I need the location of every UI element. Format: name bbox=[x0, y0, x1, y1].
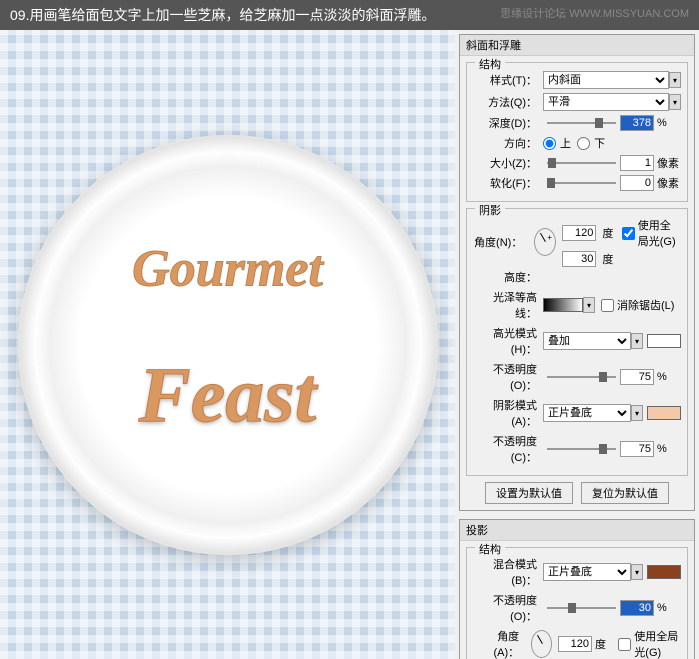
highlight-opacity-slider[interactable] bbox=[547, 370, 616, 384]
angle-row: 角度(N)： + 度 使用全局光(G) bbox=[473, 217, 681, 267]
direction-label: 方向： bbox=[473, 135, 543, 151]
gloss-antialias-check[interactable]: 消除锯齿(L) bbox=[601, 297, 674, 313]
size-label: 大小(Z)： bbox=[473, 155, 543, 171]
style-label: 样式(T)： bbox=[473, 72, 543, 88]
depth-row: 深度(D)： % bbox=[473, 115, 681, 131]
size-unit: 像素 bbox=[657, 155, 681, 171]
technique-row: 方法(Q)： 平滑 ▾ bbox=[473, 93, 681, 111]
size-input[interactable] bbox=[620, 155, 654, 171]
dropshadow-panel: 投影 结构 混合模式(B)： 正片叠底 ▾ 不透明度(O)： % bbox=[459, 519, 695, 659]
header: 09.用画笔给面包文字上加一些芝麻，给芝麻加一点淡淡的斜面浮雕。 思缘设计论坛 … bbox=[0, 0, 699, 30]
style-arrow-icon[interactable]: ▾ bbox=[669, 72, 681, 88]
soften-label: 软化(F)： bbox=[473, 175, 543, 191]
angle-label: 角度(N)： bbox=[473, 234, 528, 250]
highlight-opacity-label: 不透明度(O)： bbox=[473, 361, 543, 393]
gloss-row: 光泽等高线： ▾ 消除锯齿(L) bbox=[473, 289, 681, 321]
highlight-mode-label: 高光模式(H)： bbox=[473, 325, 543, 357]
make-default-button[interactable]: 设置为默认值 bbox=[485, 482, 573, 504]
step-text: 09.用画笔给面包文字上加一些芝麻，给芝麻加一点淡淡的斜面浮雕。 bbox=[10, 5, 435, 25]
altitude-input[interactable] bbox=[562, 251, 596, 267]
panels: 斜面和浮雕 结构 样式(T)： 内斜面 ▾ 方法(Q)： 平滑 ▾ 深度 bbox=[455, 30, 699, 659]
highlight-color-swatch[interactable] bbox=[647, 334, 681, 348]
highlight-opacity-input[interactable] bbox=[620, 369, 654, 385]
global-light-check[interactable]: 使用全局光(G) bbox=[622, 217, 681, 249]
ds-angle-input[interactable] bbox=[558, 636, 592, 652]
ds-opacity-slider[interactable] bbox=[547, 601, 616, 615]
ds-opacity-row: 不透明度(O)： % bbox=[473, 592, 681, 624]
direction-up-radio[interactable]: 上 bbox=[543, 135, 571, 151]
bevel-panel-title: 斜面和浮雕 bbox=[460, 35, 694, 56]
dropshadow-title: 投影 bbox=[460, 520, 694, 541]
soften-input[interactable] bbox=[620, 175, 654, 191]
ds-angle-row: 角度(A)： 度 使用全局光(G) bbox=[473, 628, 681, 659]
blend-row: 混合模式(B)： 正片叠底 ▾ bbox=[473, 556, 681, 588]
watermark: 思缘设计论坛 WWW.MISSYUAN.COM bbox=[500, 5, 689, 25]
shadow-mode-select[interactable]: 正片叠底 bbox=[543, 404, 631, 422]
gloss-label: 光泽等高线： bbox=[473, 289, 543, 321]
shadow-opacity-slider[interactable] bbox=[547, 442, 616, 456]
shading-label: 阴影 bbox=[475, 202, 505, 218]
content: Gourmet Feast 斜面和浮雕 结构 样式(T)： 内斜面 ▾ 方法(Q… bbox=[0, 30, 699, 659]
ds-opacity-input[interactable] bbox=[620, 600, 654, 616]
blend-select[interactable]: 正片叠底 bbox=[543, 563, 631, 581]
technique-label: 方法(Q)： bbox=[473, 94, 543, 110]
depth-label: 深度(D)： bbox=[473, 115, 543, 131]
blend-color-swatch[interactable] bbox=[647, 565, 681, 579]
shadow-opacity-label: 不透明度(C)： bbox=[473, 433, 543, 465]
depth-slider[interactable] bbox=[547, 116, 616, 130]
shadow-color-swatch[interactable] bbox=[647, 406, 681, 420]
ds-structure-label: 结构 bbox=[475, 541, 505, 557]
altitude-label: 高度： bbox=[473, 269, 543, 285]
soften-row: 软化(F)： 像素 bbox=[473, 175, 681, 191]
highlight-mode-row: 高光模式(H)： 叠加 ▾ bbox=[473, 325, 681, 357]
size-slider[interactable] bbox=[547, 156, 616, 170]
technique-select[interactable]: 平滑 bbox=[543, 93, 669, 111]
blend-arrow-icon[interactable]: ▾ bbox=[631, 564, 643, 580]
ds-structure-group: 结构 混合模式(B)： 正片叠底 ▾ 不透明度(O)： % 角度(A) bbox=[466, 547, 688, 659]
technique-arrow-icon[interactable]: ▾ bbox=[669, 94, 681, 110]
shadow-opacity-row: 不透明度(C)： % bbox=[473, 433, 681, 465]
shadow-mode-row: 阴影模式(A)： 正片叠底 ▾ bbox=[473, 397, 681, 429]
ds-opacity-label: 不透明度(O)： bbox=[473, 592, 543, 624]
style-row: 样式(T)： 内斜面 ▾ bbox=[473, 71, 681, 89]
gloss-arrow-icon[interactable]: ▾ bbox=[583, 297, 595, 313]
angle-input[interactable] bbox=[562, 225, 596, 241]
shading-group: 阴影 角度(N)： + 度 使用全局光(G) bbox=[466, 208, 688, 476]
highlight-opacity-row: 不透明度(O)： % bbox=[473, 361, 681, 393]
shadow-opacity-input[interactable] bbox=[620, 441, 654, 457]
bevel-buttons: 设置为默认值 复位为默认值 bbox=[466, 482, 688, 504]
plate bbox=[18, 135, 438, 555]
structure-group: 结构 样式(T)： 内斜面 ▾ 方法(Q)： 平滑 ▾ 深度(D)： bbox=[466, 62, 688, 202]
gloss-contour[interactable] bbox=[543, 298, 583, 312]
highlight-arrow-icon[interactable]: ▾ bbox=[631, 333, 643, 349]
feast-text: Feast bbox=[139, 350, 317, 440]
depth-input[interactable] bbox=[620, 115, 654, 131]
bevel-panel: 斜面和浮雕 结构 样式(T)： 内斜面 ▾ 方法(Q)： 平滑 ▾ 深度 bbox=[459, 34, 695, 511]
style-select[interactable]: 内斜面 bbox=[543, 71, 669, 89]
blend-label: 混合模式(B)： bbox=[473, 556, 543, 588]
ds-global-light-check[interactable]: 使用全局光(G) bbox=[618, 628, 681, 659]
soften-unit: 像素 bbox=[657, 175, 681, 191]
shadow-arrow-icon[interactable]: ▾ bbox=[631, 405, 643, 421]
highlight-mode-select[interactable]: 叠加 bbox=[543, 332, 631, 350]
gourmet-text: Gourmet bbox=[132, 240, 323, 299]
direction-down-radio[interactable]: 下 bbox=[577, 135, 605, 151]
size-row: 大小(Z)： 像素 bbox=[473, 155, 681, 171]
shadow-mode-label: 阴影模式(A)： bbox=[473, 397, 543, 429]
ds-angle-label: 角度(A)： bbox=[473, 628, 525, 659]
structure-label: 结构 bbox=[475, 56, 505, 72]
direction-row: 方向： 上 下 bbox=[473, 135, 681, 151]
ds-angle-dial[interactable] bbox=[531, 630, 552, 658]
depth-unit: % bbox=[657, 117, 681, 129]
soften-slider[interactable] bbox=[547, 176, 616, 190]
angle-dial[interactable]: + bbox=[534, 228, 556, 256]
preview-canvas: Gourmet Feast bbox=[0, 30, 455, 659]
reset-default-button[interactable]: 复位为默认值 bbox=[581, 482, 669, 504]
